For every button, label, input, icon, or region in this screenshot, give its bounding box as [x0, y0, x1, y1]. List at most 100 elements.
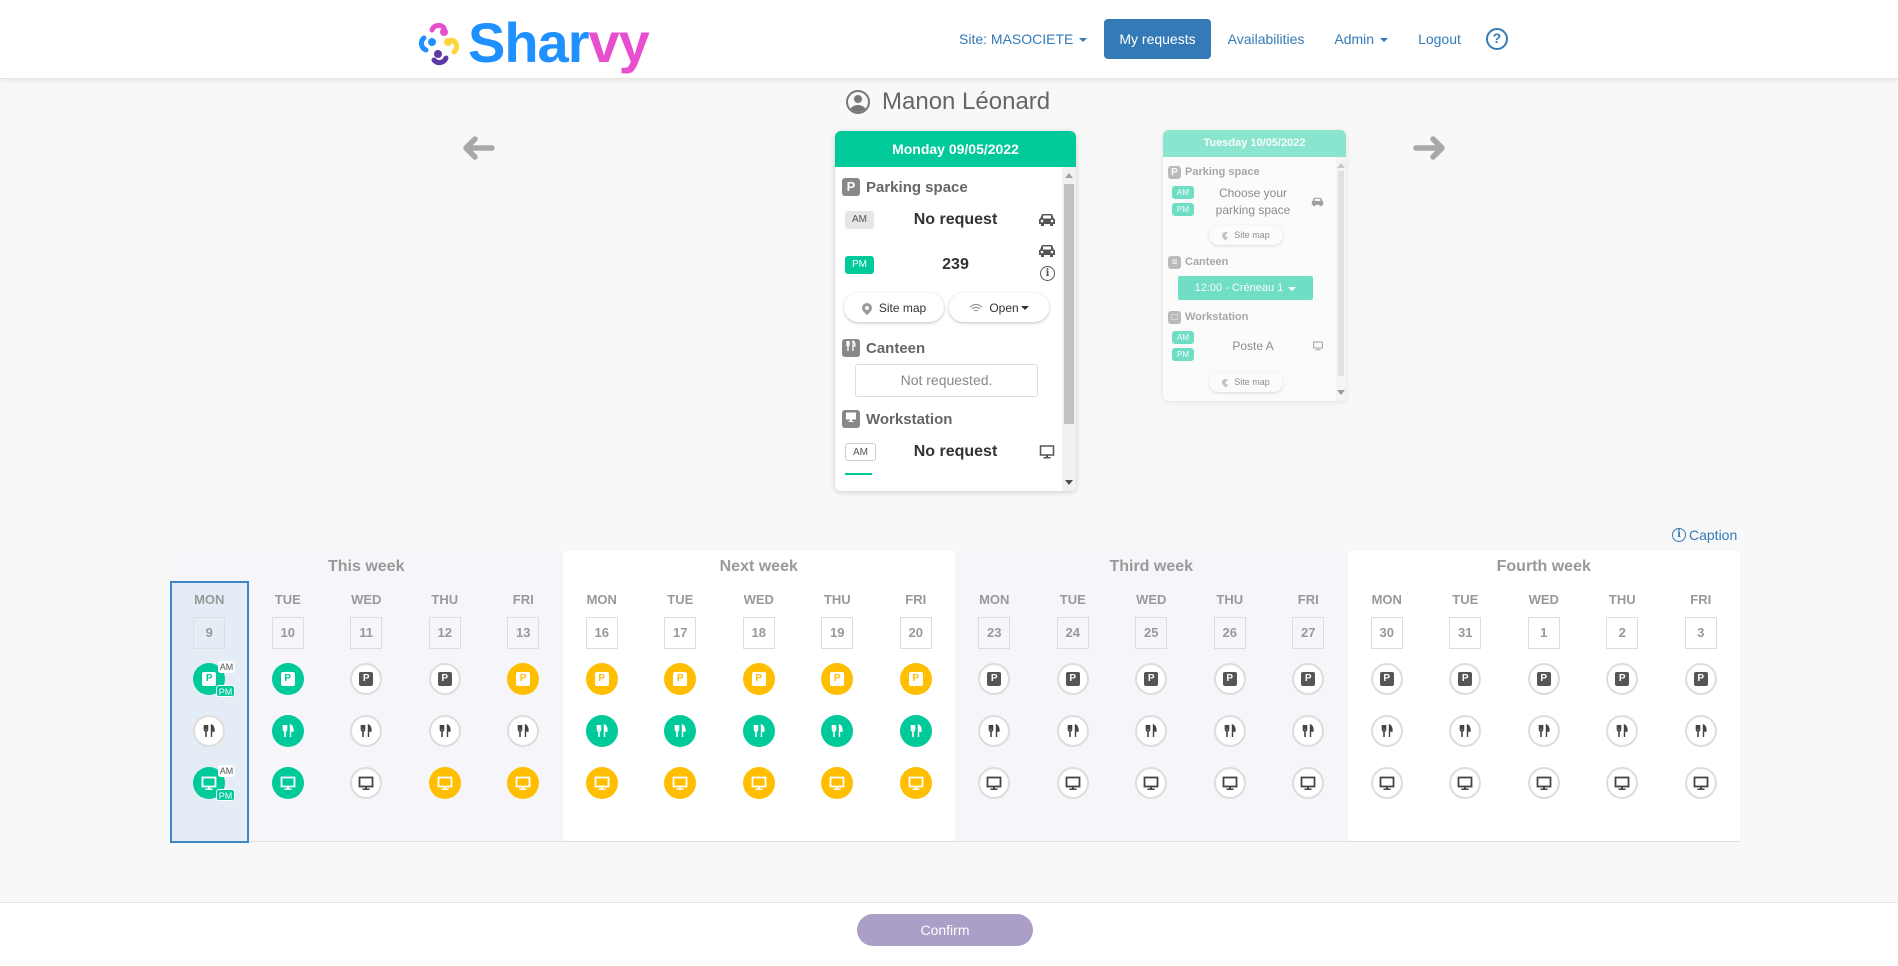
parking-status[interactable]: P — [507, 663, 540, 695]
canteen-status[interactable] — [664, 715, 697, 747]
calendar-day[interactable]: FRI 27 P — [1269, 583, 1348, 819]
canteen-status[interactable] — [978, 715, 1011, 747]
sharvy-logo[interactable]: Sharvy — [418, 14, 650, 72]
calendar-day[interactable]: THU 26 P — [1191, 583, 1270, 819]
canteen-status[interactable] — [1684, 715, 1717, 747]
canteen-status[interactable] — [585, 715, 618, 747]
calendar-day[interactable]: TUE 31 P — [1426, 583, 1505, 819]
workstation-am-row[interactable]: AM No request — [835, 431, 1076, 473]
canteen-status[interactable] — [1606, 715, 1639, 747]
workstation-status[interactable] — [271, 767, 304, 799]
workstation-status[interactable] — [821, 767, 854, 799]
calendar-day[interactable]: MON 16 P — [563, 583, 642, 819]
next-workstation-row[interactable]: AM PM Poste A — [1163, 329, 1346, 367]
parking-status[interactable]: P — [1449, 663, 1482, 695]
parking-status[interactable]: P — [1370, 663, 1403, 695]
parking-am-row[interactable]: AM No request — [835, 199, 1076, 241]
parking-status[interactable]: P — [271, 663, 304, 695]
parking-status[interactable]: P — [1056, 663, 1089, 695]
workstation-status[interactable] — [507, 767, 540, 799]
site-dropdown[interactable]: Site: MASOCIETE — [944, 19, 1102, 59]
workstation-status[interactable] — [1449, 767, 1482, 799]
confirm-button[interactable]: Confirm — [857, 914, 1033, 946]
info-icon[interactable]: i — [1040, 266, 1055, 281]
parking-status[interactable]: P — [428, 663, 461, 695]
parking-status[interactable]: P — [821, 663, 854, 695]
workstation-status[interactable] — [1684, 767, 1717, 799]
parking-status[interactable]: P AM PM — [193, 661, 236, 697]
calendar-day[interactable]: MON 23 P — [955, 583, 1034, 819]
workstation-status[interactable] — [428, 767, 461, 799]
workstation-status[interactable] — [1606, 767, 1639, 799]
calendar-day[interactable]: MON 30 P — [1348, 583, 1427, 819]
next-day-button[interactable] — [1410, 133, 1450, 163]
workstation-status[interactable] — [899, 767, 932, 799]
calendar-day[interactable]: TUE 17 P — [641, 583, 720, 819]
canteen-status[interactable] — [193, 715, 226, 747]
parking-status[interactable]: P — [350, 663, 383, 695]
calendar-day[interactable]: THU 19 P — [798, 583, 877, 819]
canteen-status[interactable] — [899, 715, 932, 747]
parking-status[interactable]: P — [899, 663, 932, 695]
previous-day-button[interactable] — [458, 133, 498, 163]
calendar-day[interactable]: WED 11 P — [327, 583, 406, 843]
site-map-button[interactable]: Site map — [844, 293, 944, 322]
open-barrier-button[interactable]: Open — [949, 293, 1049, 322]
parking-status[interactable]: P — [1684, 663, 1717, 695]
calendar-day[interactable]: FRI 3 P — [1662, 583, 1741, 819]
workstation-status[interactable] — [1056, 767, 1089, 799]
calendar-day[interactable]: THU 2 P — [1583, 583, 1662, 819]
workstation-status[interactable] — [1135, 767, 1168, 799]
calendar-day[interactable]: WED 18 P — [720, 583, 799, 819]
canteen-status[interactable] — [1213, 715, 1246, 747]
calendar-day[interactable]: TUE 10 P — [249, 583, 328, 843]
canteen-status[interactable] — [428, 715, 461, 747]
nav-availabilities[interactable]: Availabilities — [1213, 19, 1320, 59]
canteen-status[interactable] — [1135, 715, 1168, 747]
parking-status[interactable]: P — [1527, 663, 1560, 695]
nav-logout[interactable]: Logout — [1403, 19, 1476, 59]
day-card-next[interactable]: Tuesday 10/05/2022 P Parking space AM PM … — [1163, 130, 1346, 401]
next-card-scrollbar[interactable] — [1336, 157, 1346, 401]
calendar-day[interactable]: THU 12 P — [406, 583, 485, 843]
next-site-map-button[interactable]: Site map — [1209, 225, 1283, 245]
workstation-status[interactable] — [664, 767, 697, 799]
next-parking-row[interactable]: AM PM Choose your parking space — [1163, 184, 1346, 222]
canteen-status[interactable] — [350, 715, 383, 747]
admin-dropdown[interactable]: Admin — [1319, 19, 1403, 59]
calendar-day[interactable]: WED 1 P — [1505, 583, 1584, 819]
canteen-status[interactable]: Not requested. — [855, 364, 1038, 397]
caption-link[interactable]: i Caption — [1672, 527, 1737, 543]
canteen-status[interactable] — [1449, 715, 1482, 747]
parking-status[interactable]: P — [1213, 663, 1246, 695]
calendar-day[interactable]: FRI 20 P — [877, 583, 956, 819]
workstation-status[interactable] — [350, 767, 383, 799]
calendar-day[interactable]: TUE 24 P — [1034, 583, 1113, 819]
calendar-day[interactable]: WED 25 P — [1112, 583, 1191, 819]
canteen-status[interactable] — [1292, 715, 1325, 747]
parking-status[interactable]: P — [742, 663, 775, 695]
help-icon[interactable]: ? — [1485, 28, 1508, 50]
canteen-status[interactable] — [1527, 715, 1560, 747]
parking-pm-row[interactable]: PM 239 i — [835, 241, 1076, 289]
workstation-status[interactable] — [1292, 767, 1325, 799]
workstation-status[interactable]: AM PM — [193, 765, 236, 801]
workstation-status[interactable] — [978, 767, 1011, 799]
canteen-status[interactable] — [507, 715, 540, 747]
nav-my-requests[interactable]: My requests — [1104, 19, 1211, 59]
parking-status[interactable]: P — [585, 663, 618, 695]
canteen-slot-dropdown[interactable]: 12:00 - Créneau 1 — [1178, 276, 1313, 300]
workstation-status[interactable] — [1213, 767, 1246, 799]
canteen-status[interactable] — [271, 715, 304, 747]
parking-status[interactable]: P — [664, 663, 697, 695]
parking-status[interactable]: P — [1606, 663, 1639, 695]
calendar-day[interactable]: MON 9 P AM PM AM PM — [170, 581, 249, 843]
canteen-status[interactable] — [1370, 715, 1403, 747]
canteen-status[interactable] — [742, 715, 775, 747]
parking-status[interactable]: P — [1135, 663, 1168, 695]
workstation-status[interactable] — [585, 767, 618, 799]
parking-status[interactable]: P — [1292, 663, 1325, 695]
workstation-status[interactable] — [742, 767, 775, 799]
parking-status[interactable]: P — [978, 663, 1011, 695]
workstation-status[interactable] — [1370, 767, 1403, 799]
